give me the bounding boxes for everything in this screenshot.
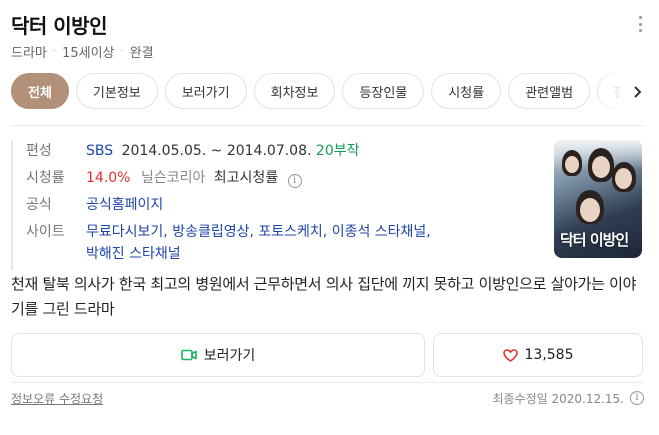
- title-row: 닥터 이방인: [11, 10, 651, 38]
- info-label: 사이트: [26, 224, 65, 240]
- tab-albums[interactable]: 관련앨범: [508, 73, 591, 109]
- info-value: 14.0% 닐슨코리아 최고시청률 i: [86, 167, 302, 189]
- divider: [11, 125, 644, 126]
- info-label: 편성: [26, 143, 52, 159]
- more-options-icon[interactable]: [637, 16, 643, 32]
- poster-figure: [615, 168, 632, 189]
- report-error-link[interactable]: 정보오류 수정요청: [11, 392, 103, 406]
- info-row-sites: 사이트 무료다시보기, 방송클립영상, 포토스케치, 이종석 스타채널, 박해진…: [26, 221, 506, 265]
- poster-figure: [565, 156, 579, 173]
- poster-figure: [592, 156, 610, 178]
- site-link-free-replay[interactable]: 무료다시보기,: [86, 224, 168, 240]
- meta-genre: 드라마: [11, 46, 47, 61]
- tab-basic-info[interactable]: 기본정보: [75, 73, 158, 109]
- meta-age-rating: 15세이상: [62, 46, 115, 61]
- like-button[interactable]: 13,585: [433, 333, 643, 377]
- site-link-lee-jongsuk[interactable]: 이종석 스타채널,: [332, 224, 431, 240]
- info-label: 시청률: [26, 170, 65, 186]
- poster-title: 닥터 이방인: [560, 231, 629, 249]
- video-camera-icon: [180, 349, 197, 361]
- divider: [11, 382, 644, 383]
- rating-value: 14.0%: [86, 170, 131, 186]
- meta-status: 완결: [129, 46, 154, 61]
- info-row-broadcast: 편성 SBS 2014.05.05. ~ 2014.07.08. 20부작: [26, 140, 506, 162]
- channel-link[interactable]: SBS: [86, 143, 113, 159]
- official-site-link[interactable]: 공식홈페이지: [86, 197, 163, 213]
- site-link-clips[interactable]: 방송클립영상,: [172, 224, 254, 240]
- synopsis: 천재 탈북 의사가 한국 최고의 병원에서 근무하면서 의사 집단에 끼지 못하…: [11, 275, 637, 318]
- info-table: 편성 SBS 2014.05.05. ~ 2014.07.08. 20부작 시청…: [11, 140, 506, 270]
- episode-count: 20부작: [315, 143, 360, 159]
- watch-button-label: 보러가기: [203, 348, 256, 364]
- info-row-official: 공식 공식홈페이지: [26, 194, 506, 216]
- site-link-photo[interactable]: 포토스케치,: [258, 224, 327, 240]
- rating-source: 닐슨코리아: [140, 170, 206, 186]
- meta-line: 드라마 · 15세이상 · 완결: [11, 42, 154, 61]
- watch-button[interactable]: 보러가기: [11, 333, 425, 377]
- chevron-right-icon[interactable]: [630, 84, 644, 100]
- tab-watch[interactable]: 보러가기: [164, 73, 247, 109]
- rating-note: 최고시청률: [213, 170, 279, 186]
- meta-separator: ·: [120, 46, 124, 57]
- last-updated: 최종수정일 2020.12.15.: [492, 392, 624, 406]
- page-title: 닥터 이방인: [11, 14, 107, 38]
- tab-cast[interactable]: 등장인물: [342, 73, 425, 109]
- broadcast-period: 2014.05.05. ~ 2014.07.08.: [121, 143, 312, 159]
- footer: 정보오류 수정요청 최종수정일 2020.12.15. i: [11, 390, 644, 407]
- poster-image[interactable]: 닥터 이방인: [554, 140, 642, 258]
- tab-all[interactable]: 전체: [11, 73, 69, 109]
- tab-ratings[interactable]: 시청률: [431, 73, 502, 109]
- info-icon[interactable]: i: [287, 174, 302, 188]
- site-link-park-haejin[interactable]: 박해진 스타채널: [86, 246, 181, 262]
- meta-separator: ·: [52, 46, 57, 57]
- info-value: 공식홈페이지: [86, 194, 163, 216]
- info-label: 공식: [26, 197, 52, 213]
- info-value: SBS 2014.05.05. ~ 2014.07.08. 20부작: [86, 140, 359, 162]
- info-row-rating: 시청률 14.0% 닐슨코리아 최고시청률 i: [26, 167, 506, 189]
- poster-figure: [580, 198, 600, 222]
- info-icon[interactable]: i: [630, 391, 644, 405]
- tab-episodes[interactable]: 회차정보: [253, 73, 336, 109]
- like-count: 13,585: [524, 347, 574, 363]
- info-value: 무료다시보기, 방송클립영상, 포토스케치, 이종석 스타채널, 박해진 스타채…: [86, 221, 506, 265]
- tab-bar: 전체 기본정보 보러가기 회차정보 등장인물 시청률 관련앨범 함: [11, 73, 641, 109]
- heart-icon: [502, 348, 518, 362]
